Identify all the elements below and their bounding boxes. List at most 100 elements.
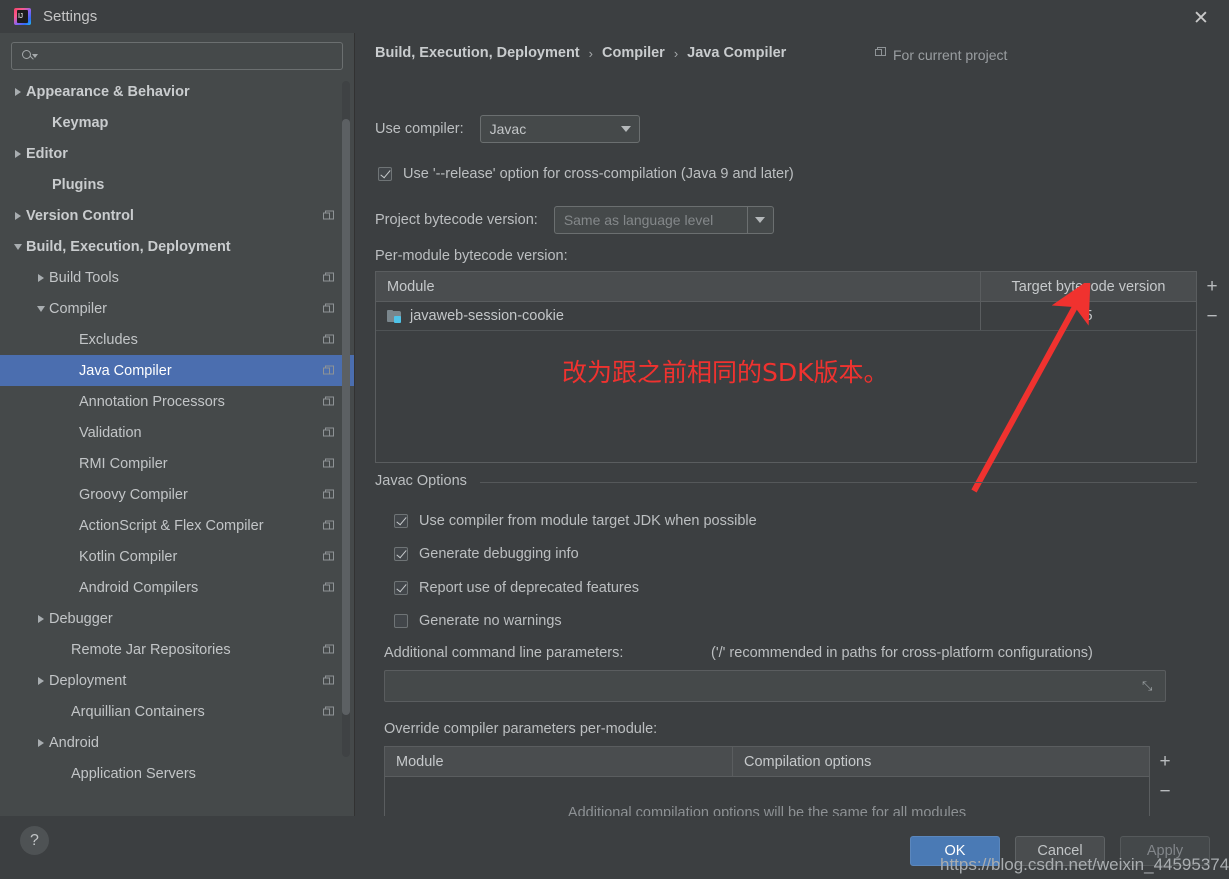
sidebar-item-label: Plugins (52, 176, 105, 193)
option-no-warnings[interactable]: Generate no warnings (394, 613, 562, 629)
sidebar-item-android-compilers[interactable]: Android Compilers (0, 572, 354, 603)
sidebar-item-version-control[interactable]: Version Control (0, 200, 354, 231)
sidebar-item-java-compiler[interactable]: Java Compiler (0, 355, 354, 386)
sidebar-item-excludes[interactable]: Excludes (0, 324, 354, 355)
override-table-buttons: + − (1149, 747, 1181, 807)
sidebar-item-debugger[interactable]: Debugger (0, 603, 354, 634)
sidebar-item-label: Annotation Processors (79, 393, 225, 410)
add-module-button[interactable]: + (1196, 272, 1228, 302)
chevron-down-icon (613, 126, 639, 132)
chevron-right-icon[interactable] (10, 149, 26, 158)
copy-settings-icon (323, 644, 334, 655)
option-no-warnings-checkbox[interactable] (394, 614, 408, 628)
option-report-deprecated[interactable]: Report use of deprecated features (394, 580, 639, 596)
sidebar-item-label: Keymap (52, 114, 109, 131)
sidebar-item-label: Android (49, 734, 99, 751)
sidebar-item-annotation-processors[interactable]: Annotation Processors (0, 386, 354, 417)
cell-target-version[interactable]: 5 (981, 302, 1196, 330)
logo-text: IJ (18, 13, 23, 20)
cell-module: javaweb-session-cookie (376, 302, 981, 330)
remove-override-button[interactable]: − (1149, 777, 1181, 807)
sidebar-item-label: Deployment (49, 672, 127, 689)
chevron-right-icon[interactable] (10, 87, 26, 96)
group-divider (480, 482, 1197, 483)
use-compiler-select[interactable]: Javac (479, 115, 640, 143)
sidebar-item-actionscript-flex-compiler[interactable]: ActionScript & Flex Compiler (0, 510, 354, 541)
additional-params-label: Additional command line parameters: (384, 645, 624, 661)
chevron-right-icon[interactable] (33, 676, 49, 685)
sidebar-item-label: Excludes (79, 331, 138, 348)
sidebar-item-editor[interactable]: Editor (0, 138, 354, 169)
per-module-label: Per-module bytecode version: (375, 248, 568, 264)
chevron-down-icon[interactable] (33, 305, 49, 312)
breadcrumb-item[interactable]: Compiler (602, 45, 665, 61)
release-option-checkbox[interactable] (378, 167, 392, 181)
remove-module-button[interactable]: − (1196, 302, 1228, 332)
sidebar-item-groovy-compiler[interactable]: Groovy Compiler (0, 479, 354, 510)
sidebar-scrollbar-thumb[interactable] (342, 119, 350, 715)
option-report-deprecated-checkbox[interactable] (394, 581, 408, 595)
sidebar-item-build-execution-deployment[interactable]: Build, Execution, Deployment (0, 231, 354, 262)
sidebar-item-plugins[interactable]: Plugins (0, 169, 354, 200)
chevron-right-icon[interactable] (33, 738, 49, 747)
copy-settings-icon (323, 582, 334, 593)
release-option-row[interactable]: Use '--release' option for cross-compila… (378, 166, 794, 182)
sidebar-item-validation[interactable]: Validation (0, 417, 354, 448)
sidebar-item-keymap[interactable]: Keymap (0, 107, 354, 138)
sidebar-scrollbar-track[interactable] (342, 81, 350, 757)
chevron-down-icon[interactable] (10, 243, 26, 250)
add-override-button[interactable]: + (1149, 747, 1181, 777)
javac-options-group: Javac Options Use compiler from module t… (375, 473, 1197, 669)
sidebar-item-label: Validation (79, 424, 142, 441)
option-no-warnings-label: Generate no warnings (419, 613, 562, 629)
watermark: https://blog.csdn.net/weixin_44595374 (940, 855, 1229, 874)
chevron-right-icon[interactable] (33, 614, 49, 623)
search-box[interactable] (11, 42, 343, 70)
override-table: Module Compilation options Additional co… (384, 746, 1171, 816)
expand-icon[interactable]: ⤡ (1142, 679, 1156, 693)
override-table-empty-message: Additional compilation options will be t… (567, 805, 967, 816)
sidebar-item-kotlin-compiler[interactable]: Kotlin Compiler (0, 541, 354, 572)
copy-settings-icon (323, 427, 334, 438)
sidebar-item-deployment[interactable]: Deployment (0, 665, 354, 696)
sidebar-item-android[interactable]: Android (0, 727, 354, 758)
breadcrumb-item[interactable]: Build, Execution, Deployment (375, 45, 580, 61)
option-generate-debugging-info-label: Generate debugging info (419, 546, 579, 562)
sidebar-item-label: Groovy Compiler (79, 486, 188, 503)
option-use-module-jdk[interactable]: Use compiler from module target JDK when… (394, 513, 757, 529)
option-report-deprecated-label: Report use of deprecated features (419, 580, 640, 596)
project-bytecode-select[interactable]: Same as language level (553, 206, 774, 234)
sidebar-item-label: Debugger (49, 610, 113, 627)
option-generate-debugging-info-checkbox[interactable] (394, 547, 408, 561)
settings-sidebar: Appearance & Behavior Keymap Editor Plugins… (0, 33, 355, 816)
search-input[interactable] (37, 48, 342, 64)
sidebar-item-compiler[interactable]: Compiler (0, 293, 354, 324)
option-generate-debugging-info[interactable]: Generate debugging info (394, 546, 579, 562)
additional-params-input[interactable]: ⤡ (384, 670, 1166, 702)
sidebar-item-rmi-compiler[interactable]: RMI Compiler (0, 448, 354, 479)
table-row[interactable]: javaweb-session-cookie 5 (376, 302, 1196, 331)
chevron-right-icon[interactable] (10, 211, 26, 220)
chevron-right-icon[interactable] (33, 273, 49, 282)
sidebar-item-arquillian-containers[interactable]: Arquillian Containers (0, 696, 354, 727)
sidebar-item-build-tools[interactable]: Build Tools (0, 262, 354, 293)
help-button[interactable]: ? (20, 826, 49, 855)
copy-settings-icon (875, 47, 886, 61)
sidebar-item-label: Java Compiler (79, 362, 172, 379)
sidebar-item-label: Compiler (49, 300, 108, 317)
sidebar-item-appearance-behavior[interactable]: Appearance & Behavior (0, 76, 354, 107)
column-header-compilation-options: Compilation options (744, 753, 872, 770)
sidebar-item-label: Remote Jar Repositories (71, 641, 231, 658)
use-compiler-row: Use compiler: Javac (375, 115, 640, 143)
breadcrumb-item[interactable]: Java Compiler (687, 45, 786, 61)
project-bytecode-value: Same as language level (563, 212, 714, 228)
copy-settings-icon (323, 706, 334, 717)
sidebar-item-remote-jar-repositories[interactable]: Remote Jar Repositories (0, 634, 354, 665)
sidebar-item-application-servers[interactable]: Application Servers (0, 758, 354, 789)
bytecode-table-header: Module Target bytecode version (376, 272, 1196, 302)
close-icon[interactable]: ✕ (1189, 6, 1213, 30)
copy-settings-icon (323, 334, 334, 345)
column-header-module: Module (385, 747, 733, 776)
option-use-module-jdk-checkbox[interactable] (394, 514, 408, 528)
copy-settings-icon (323, 551, 334, 562)
